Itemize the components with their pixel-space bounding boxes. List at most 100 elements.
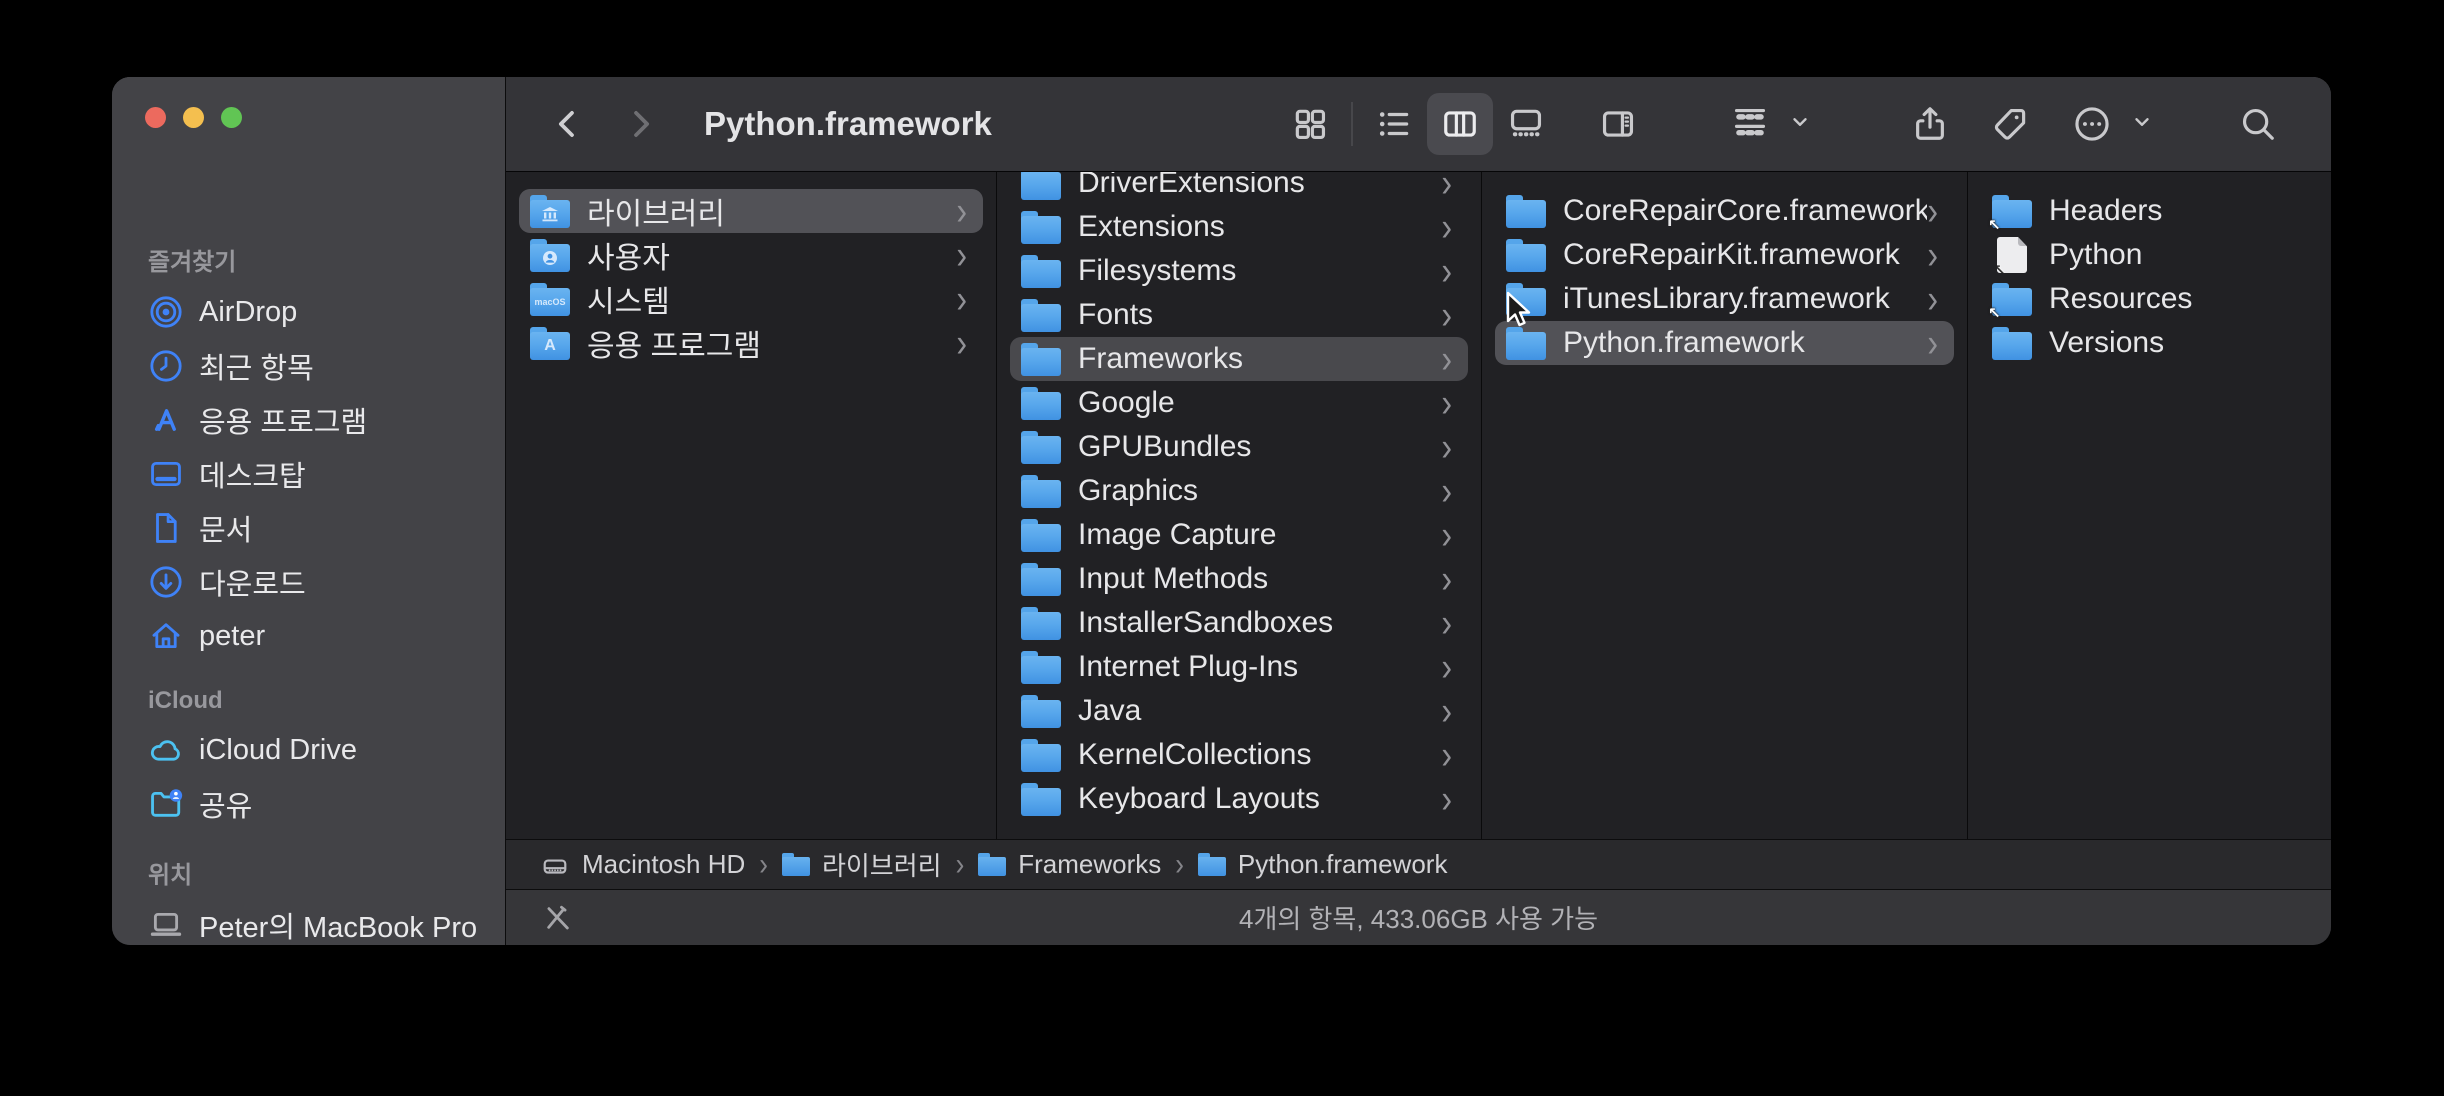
internal-drive-icon — [542, 853, 570, 877]
file-row--[interactable]: macOS시스템› — [519, 277, 983, 321]
file-row-input-methods[interactable]: Input Methods› — [1010, 557, 1468, 601]
file-row--[interactable]: 사용자› — [519, 233, 983, 277]
folder-emblem-appstore: A — [530, 332, 570, 360]
path-item-python.framework[interactable]: Python.framework — [1198, 849, 1448, 880]
share-button[interactable] — [1897, 93, 1963, 155]
file-row-python.framework[interactable]: Python.framework› — [1495, 321, 1954, 365]
path-item-macintosh-hd[interactable]: Macintosh HD — [542, 849, 745, 880]
sidebar-item-label: iCloud Drive — [199, 734, 357, 767]
sidebar-item-label: 공유 — [199, 783, 252, 825]
file-row-versions[interactable]: Versions — [1981, 321, 2318, 365]
file-row-label: Filesystems — [1078, 254, 1441, 288]
main-area: Python.framework 라이브러리›사용자›macOS시스템›A응용 … — [505, 77, 2331, 945]
chevron-right-icon: › — [956, 320, 977, 366]
file-row-frameworks[interactable]: Frameworks› — [1010, 337, 1468, 381]
chevron-right-icon: › — [1441, 204, 1462, 250]
file-row-corerepairkit.framework[interactable]: CoreRepairKit.framework› — [1495, 233, 1954, 277]
sidebar-item-airdrop[interactable]: AirDrop — [126, 285, 491, 339]
group-button[interactable] — [1717, 93, 1783, 155]
folder-icon: macOS — [530, 283, 570, 316]
alias-badge-icon: ↖ — [1993, 263, 2008, 278]
chevron-right-icon: › — [1927, 188, 1948, 234]
icon-view-button[interactable] — [1277, 93, 1343, 155]
chevron-down-icon — [2131, 111, 2153, 138]
file-row-label: Google — [1078, 386, 1441, 420]
list-view-button[interactable] — [1361, 93, 1427, 155]
search-button[interactable] — [2225, 93, 2291, 155]
file-row-label: GPUBundles — [1078, 430, 1441, 464]
file-row-extensions[interactable]: Extensions› — [1010, 205, 1468, 249]
chevron-right-icon: › — [1441, 248, 1462, 294]
file-row-headers[interactable]: ↖Headers — [1981, 189, 2318, 233]
file-row-java[interactable]: Java› — [1010, 689, 1468, 733]
file-row-filesystems[interactable]: Filesystems› — [1010, 249, 1468, 293]
minimize-button[interactable] — [183, 107, 204, 128]
file-row--[interactable]: A응용 프로그램› — [519, 321, 983, 365]
file-row-fonts[interactable]: Fonts› — [1010, 293, 1468, 337]
chevron-right-icon: › — [956, 188, 977, 234]
zoom-button[interactable] — [221, 107, 242, 128]
file-row--[interactable]: 라이브러리› — [519, 189, 983, 233]
folder-icon — [1021, 607, 1061, 640]
document-file-icon: ↖ — [1997, 237, 2027, 273]
path-item--[interactable]: 라이브러리 — [782, 846, 942, 883]
sidebar-section-label: 위치 — [112, 855, 505, 898]
sidebar-item-label: 다운로드 — [199, 561, 306, 603]
preview-pane-button[interactable] — [1585, 93, 1651, 155]
sidebar-item-문서[interactable]: 문서 — [126, 501, 491, 555]
tags-button-group — [1977, 93, 2043, 155]
file-row-label: Python — [2049, 238, 2312, 272]
tags-button[interactable] — [1977, 93, 2043, 155]
file-row-internet-plug-ins[interactable]: Internet Plug-Ins› — [1010, 645, 1468, 689]
file-row-driverextensions[interactable]: DriverExtensions› — [1010, 172, 1468, 205]
sidebar-item-icloud-drive[interactable]: iCloud Drive — [126, 723, 491, 777]
sidebar-section-label: 즐겨찾기 — [112, 242, 505, 285]
more-button[interactable] — [2059, 93, 2125, 155]
file-row-google[interactable]: Google› — [1010, 381, 1468, 425]
alias-badge-icon: ↖ — [1988, 218, 2003, 233]
column-3: CoreRepairCore.framework›CoreRepairKit.f… — [1482, 172, 1968, 839]
folder-icon — [530, 239, 570, 272]
file-row-resources[interactable]: ↖Resources — [1981, 277, 2318, 321]
file-row-label: iTunesLibrary.framework — [1563, 282, 1927, 316]
sidebar-item-최근-항목[interactable]: 최근 항목 — [126, 339, 491, 393]
sidebar-section: iCloud iCloud Drive 공유 — [112, 687, 505, 831]
sidebar-item-다운로드[interactable]: 다운로드 — [126, 555, 491, 609]
chevron-right-icon: › — [1441, 776, 1462, 822]
sidebar-item-데스크탑[interactable]: 데스크탑 — [126, 447, 491, 501]
status-bar: 4개의 항목, 433.06GB 사용 가능 — [506, 889, 2331, 945]
column-view-button[interactable] — [1427, 93, 1493, 155]
status-text: 4개의 항목, 433.06GB 사용 가능 — [1239, 899, 1598, 936]
folder-icon — [1021, 739, 1061, 772]
gallery-view-button[interactable] — [1493, 93, 1559, 155]
close-button[interactable] — [145, 107, 166, 128]
share-button-group — [1897, 93, 1963, 155]
file-row-graphics[interactable]: Graphics› — [1010, 469, 1468, 513]
chevron-right-icon: › — [1927, 320, 1948, 366]
file-row-installersandboxes[interactable]: InstallerSandboxes› — [1010, 601, 1468, 645]
sidebar-item-공유[interactable]: 공유 — [126, 777, 491, 831]
file-row-python[interactable]: ↖ Python — [1981, 233, 2318, 277]
sidebar-item-peter의-macbook-pro[interactable]: Peter의 MacBook Pro — [126, 898, 491, 945]
folder-icon — [1021, 172, 1061, 200]
folder-emblem-bank — [530, 200, 570, 228]
sidebar-item-응용-프로그램[interactable]: 응용 프로그램 — [126, 393, 491, 447]
folder-icon — [530, 195, 570, 228]
file-row-label: Input Methods — [1078, 562, 1441, 596]
laptop-icon — [148, 907, 184, 943]
file-row-gpubundles[interactable]: GPUBundles› — [1010, 425, 1468, 469]
back-button[interactable] — [546, 93, 590, 155]
file-row-image-capture[interactable]: Image Capture› — [1010, 513, 1468, 557]
file-row-keyboard-layouts[interactable]: Keyboard Layouts› — [1010, 777, 1468, 821]
folder-emblem-macos: macOS — [530, 288, 570, 316]
file-row-corerepaircore.framework[interactable]: CoreRepairCore.framework› — [1495, 189, 1954, 233]
sidebar-item-peter[interactable]: peter — [126, 609, 491, 663]
sidebar: 즐겨찾기AirDrop최근 항목응용 프로그램데스크탑문서다운로드 peter iC… — [112, 77, 505, 945]
file-row-ituneslibrary.framework[interactable]: iTunesLibrary.framework› — [1495, 277, 1954, 321]
sidebar-section-label: iCloud — [112, 687, 505, 723]
file-row-label: DriverExtensions — [1078, 172, 1441, 200]
folder-icon — [978, 853, 1006, 877]
file-row-kernelcollections[interactable]: KernelCollections› — [1010, 733, 1468, 777]
path-item-frameworks[interactable]: Frameworks — [978, 849, 1161, 880]
forward-button[interactable] — [618, 93, 662, 155]
